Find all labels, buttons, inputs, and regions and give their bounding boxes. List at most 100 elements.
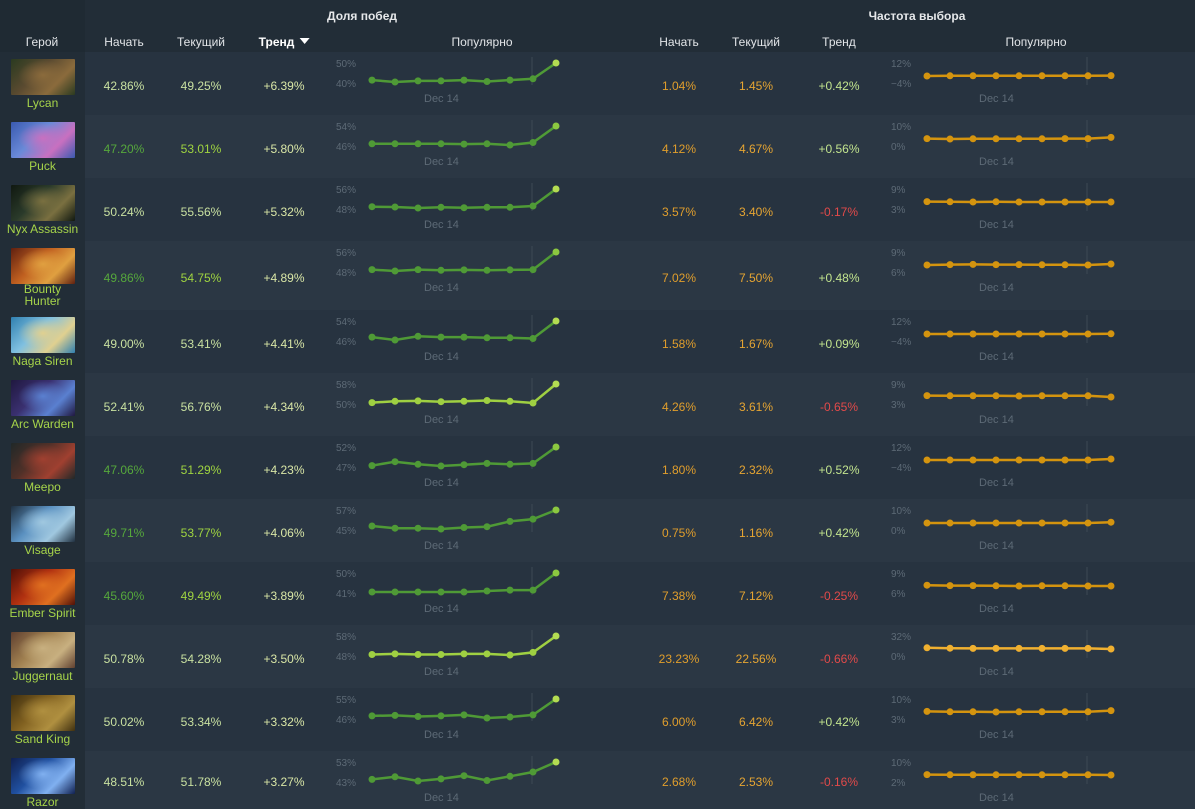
arc-warden-portrait-icon[interactable] (11, 380, 75, 416)
series-point[interactable] (992, 198, 1000, 206)
series-point[interactable] (552, 248, 560, 256)
series-point[interactable] (1061, 330, 1069, 338)
series-point[interactable] (483, 587, 491, 595)
series-point[interactable] (552, 443, 560, 451)
puck-portrait-icon[interactable] (11, 122, 75, 158)
series-point[interactable] (1015, 771, 1023, 779)
hero-name[interactable]: Arc Warden (0, 418, 85, 430)
pickrate-sparkline[interactable]: 9% 3% Dec 14 (891, 373, 1121, 426)
table-row[interactable]: Razor 48.51% 51.78% +3.27% 2.68% 2.53% -0.16% 5… (0, 751, 1195, 809)
series-point[interactable] (923, 330, 931, 338)
series-point[interactable] (368, 399, 376, 407)
series-point[interactable] (368, 76, 376, 84)
hero-name[interactable]: Sand King (0, 733, 85, 745)
series-point[interactable] (992, 456, 1000, 464)
table-row[interactable]: Visage 49.71% 53.77% +4.06% 0.75% 1.16% +0.42%… (0, 499, 1195, 562)
series-point[interactable] (1038, 771, 1046, 779)
col-win-current[interactable]: Текущий (177, 35, 225, 49)
series-point[interactable] (1107, 455, 1115, 463)
series-point[interactable] (460, 772, 468, 780)
series-point[interactable] (1107, 582, 1115, 590)
series-point[interactable] (1084, 456, 1092, 464)
series-point[interactable] (969, 72, 977, 80)
series-point[interactable] (391, 650, 399, 658)
series-point[interactable] (1038, 261, 1046, 269)
series-point[interactable] (1015, 708, 1023, 716)
series-point[interactable] (923, 581, 931, 589)
table-row[interactable]: Ember Spirit 45.60% 49.49% +3.89% 7.38% 7.12%… (0, 562, 1195, 625)
series-point[interactable] (414, 77, 422, 85)
meepo-portrait-icon[interactable] (11, 443, 75, 479)
winrate-sparkline[interactable]: 58% 50% Dec 14 (336, 373, 566, 426)
series-point[interactable] (529, 459, 537, 467)
naga-siren-portrait-icon[interactable] (11, 317, 75, 353)
series-point[interactable] (483, 397, 491, 404)
pickrate-sparkline[interactable]: 9% 6% Dec 14 (891, 562, 1121, 615)
series-point[interactable] (1084, 519, 1092, 527)
hero-name[interactable]: Hunter (0, 295, 85, 307)
series-point[interactable] (414, 651, 422, 658)
series-point[interactable] (1061, 582, 1069, 590)
series-point[interactable] (460, 76, 468, 84)
series-point[interactable] (1038, 72, 1046, 80)
series-point[interactable] (506, 266, 514, 274)
series-point[interactable] (946, 330, 954, 338)
series-point[interactable] (437, 712, 445, 720)
series-point[interactable] (1107, 645, 1115, 653)
juggernaut-portrait-icon[interactable] (11, 632, 75, 668)
series-point[interactable] (368, 775, 376, 783)
series-point[interactable] (529, 266, 537, 274)
series-point[interactable] (1084, 644, 1092, 652)
series-point[interactable] (992, 708, 1000, 716)
series-point[interactable] (506, 460, 514, 468)
winrate-sparkline[interactable]: 56% 48% Dec 14 (336, 178, 566, 231)
series-point[interactable] (506, 203, 514, 211)
hero-name[interactable]: Puck (0, 160, 85, 172)
series-point[interactable] (483, 523, 491, 531)
series-point[interactable] (1061, 644, 1069, 652)
series-point[interactable] (368, 651, 376, 658)
nyx-assassin-portrait-icon[interactable] (11, 185, 75, 221)
series-point[interactable] (437, 398, 445, 406)
series-point[interactable] (992, 644, 1000, 652)
series-point[interactable] (992, 330, 1000, 338)
series-point[interactable] (368, 588, 376, 596)
series-point[interactable] (460, 140, 468, 148)
series-point[interactable] (529, 711, 537, 719)
series-point[interactable] (506, 397, 514, 405)
series-point[interactable] (1038, 644, 1046, 652)
series-point[interactable] (414, 332, 422, 340)
series-point[interactable] (1107, 260, 1115, 268)
series-point[interactable] (969, 582, 977, 590)
series-point[interactable] (923, 261, 931, 269)
pickrate-sparkline[interactable]: 10% 3% Dec 14 (891, 688, 1121, 741)
series-point[interactable] (1107, 133, 1115, 141)
series-point[interactable] (483, 140, 491, 148)
series-point[interactable] (552, 59, 560, 67)
series-point[interactable] (969, 519, 977, 527)
series-point[interactable] (506, 517, 514, 525)
series-point[interactable] (368, 712, 376, 720)
series-point[interactable] (460, 650, 468, 658)
series-point[interactable] (923, 392, 931, 400)
winrate-sparkline[interactable]: 58% 48% Dec 14 (336, 625, 566, 678)
series-point[interactable] (969, 771, 977, 779)
series-point[interactable] (946, 644, 954, 652)
series-point[interactable] (992, 582, 1000, 590)
series-point[interactable] (529, 586, 537, 594)
series-point[interactable] (1038, 708, 1046, 716)
series-point[interactable] (1038, 456, 1046, 464)
series-point[interactable] (529, 139, 537, 146)
pickrate-sparkline[interactable]: 10% 2% Dec 14 (891, 751, 1121, 804)
series-point[interactable] (1061, 392, 1069, 400)
series-point[interactable] (992, 135, 1000, 143)
series-point[interactable] (1015, 644, 1023, 652)
series-point[interactable] (391, 397, 399, 405)
pickrate-sparkline[interactable]: 12% −4% Dec 14 (891, 310, 1121, 363)
series-point[interactable] (552, 185, 560, 193)
table-row[interactable]: Arc Warden 52.41% 56.76% +4.34% 4.26% 3.61% -0… (0, 373, 1195, 436)
series-point[interactable] (969, 644, 977, 652)
winrate-sparkline[interactable]: 54% 46% Dec 14 (336, 310, 566, 363)
series-point[interactable] (923, 771, 931, 779)
series-point[interactable] (368, 203, 376, 211)
